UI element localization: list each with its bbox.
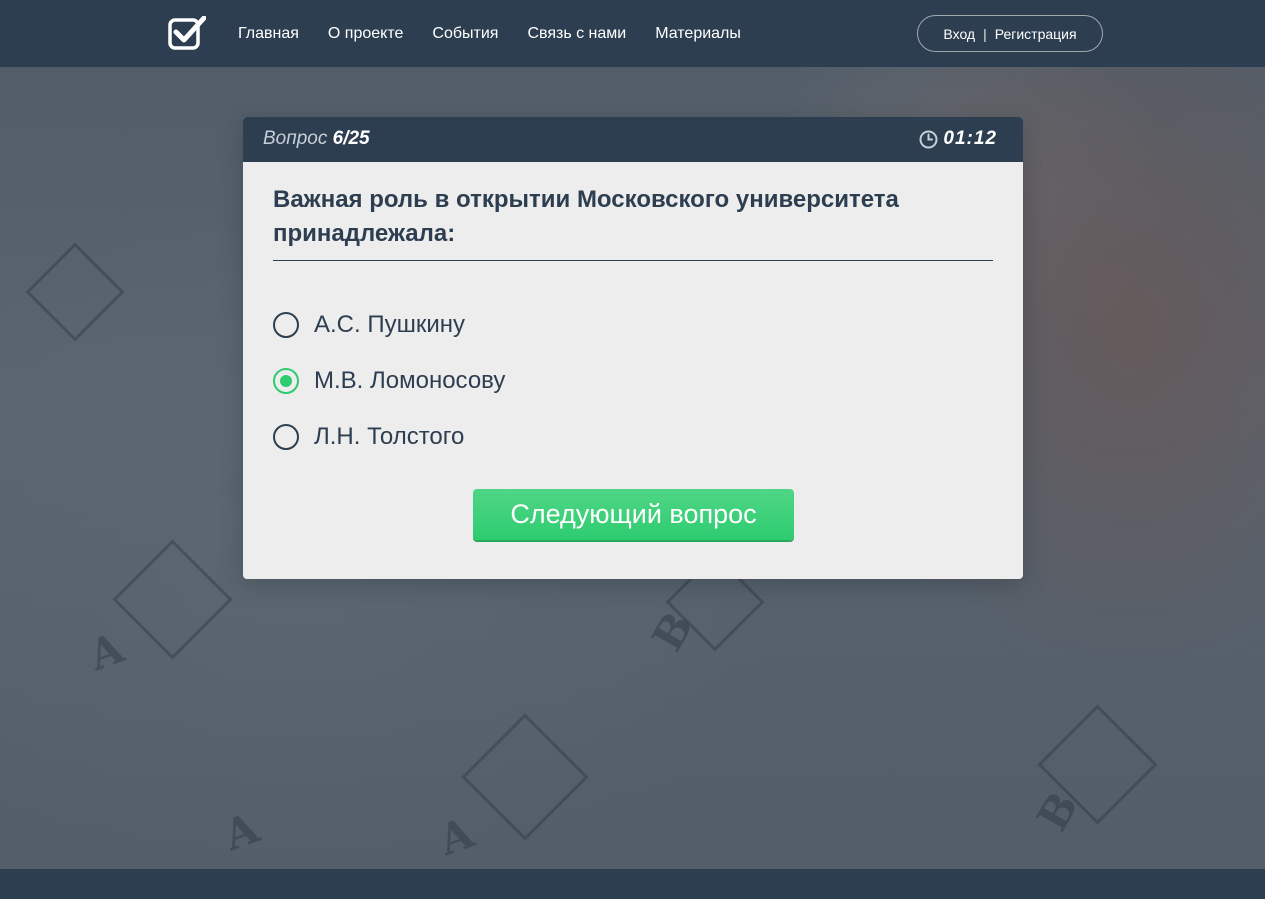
question-counter: Вопрос 6/25: [263, 128, 370, 150]
radio-button[interactable]: [273, 424, 299, 450]
nav-link-about[interactable]: О проекте: [328, 25, 403, 43]
auth-pill: Вход | Регистрация: [917, 15, 1103, 52]
answer-option[interactable]: Л.Н. Толстого: [273, 409, 993, 465]
auth-separator: |: [983, 25, 987, 42]
answer-option-label: Л.Н. Толстого: [314, 423, 465, 450]
register-link[interactable]: Регистрация: [995, 26, 1077, 42]
answer-options: А.С. Пушкину М.В. Ломоносову Л.Н. Толсто…: [273, 297, 993, 465]
answer-option[interactable]: М.В. Ломоносову: [273, 353, 993, 409]
question-text: Важная роль в открытии Московского униве…: [273, 186, 899, 247]
question-divider: [273, 260, 993, 261]
question-counter-label: Вопрос: [263, 128, 328, 149]
top-navbar: Главная О проекте События Связь с нами М…: [0, 0, 1265, 67]
nav-link-events[interactable]: События: [432, 25, 498, 43]
clock-icon: [919, 130, 938, 148]
timer-value: 01:12: [943, 128, 997, 149]
answer-option-label: А.С. Пушкину: [314, 311, 466, 338]
nav-link-home[interactable]: Главная: [238, 25, 299, 43]
answer-option-label: М.В. Ломоносову: [314, 367, 506, 394]
footer-bar: [0, 869, 1265, 899]
quiz-timer: 01:12: [919, 128, 997, 150]
nav-link-contact[interactable]: Связь с нами: [527, 25, 626, 43]
answer-option[interactable]: А.С. Пушкину: [273, 297, 993, 353]
quiz-card: Вопрос 6/25 01:12 Важная роль в открытии…: [243, 117, 1023, 579]
nav-link-materials[interactable]: Материалы: [655, 25, 741, 43]
radio-button[interactable]: [273, 312, 299, 338]
quiz-card-header: Вопрос 6/25 01:12: [243, 117, 1023, 162]
main-nav: Главная О проекте События Связь с нами М…: [238, 0, 770, 67]
checkbox-check-icon[interactable]: [168, 15, 207, 50]
login-link[interactable]: Вход: [943, 26, 975, 42]
next-question-button[interactable]: Следующий вопрос: [473, 489, 794, 540]
radio-button-selected[interactable]: [273, 368, 299, 394]
question-counter-value: 6/25: [332, 128, 370, 149]
